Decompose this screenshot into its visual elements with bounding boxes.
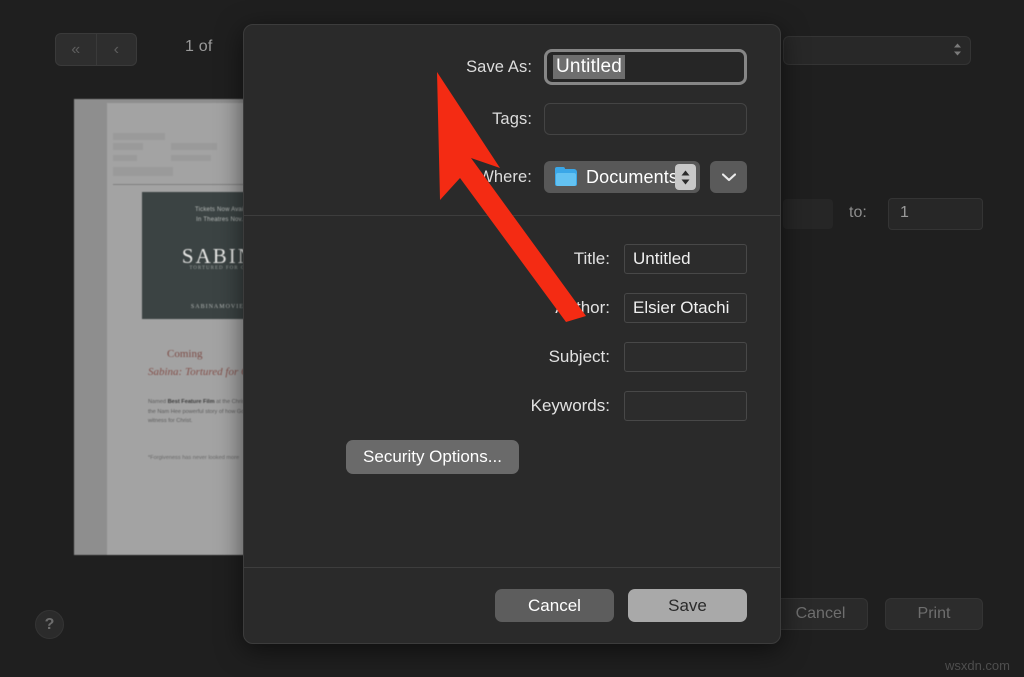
- save-button[interactable]: Save: [628, 589, 747, 622]
- help-button[interactable]: ?: [35, 610, 64, 639]
- poster-tagline: TORTURED FOR CHRIST: [189, 266, 250, 271]
- tags-row: Tags:: [244, 103, 747, 135]
- document-preview[interactable]: Mon Tickets Now Available! In Theatres N…: [74, 99, 250, 555]
- where-label: Where:: [478, 167, 532, 186]
- where-popup-button[interactable]: Documents: [544, 161, 700, 193]
- metadata-row: Subject:: [244, 342, 747, 372]
- save-as-value: Untitled: [553, 55, 626, 79]
- page-range-to-label: to:: [849, 204, 867, 221]
- screen: « ‹ 1 of to: 1 ? Cancel Print Mon: [0, 0, 1024, 677]
- preview-footnote-text: *Forgiveness has never looked more: [148, 455, 240, 461]
- chevron-updown-icon: [675, 164, 696, 190]
- folder-icon: [555, 166, 577, 186]
- preview-text-block: [113, 133, 165, 140]
- title-label: Title:: [573, 249, 610, 268]
- preview-coming-text: Coming: [167, 348, 203, 360]
- chevron-down-icon: [721, 172, 736, 181]
- where-row: Where: Documents: [244, 161, 747, 193]
- save-as-row: Save As: Untitled: [244, 49, 747, 85]
- author-label: Author:: [555, 298, 610, 317]
- page-range-from-field[interactable]: [783, 199, 833, 229]
- preview-text-block: [171, 143, 217, 150]
- expand-browser-button[interactable]: [710, 161, 747, 193]
- watermark-label: wsxdn.com: [944, 658, 1010, 673]
- preview-rule: [113, 184, 250, 185]
- where-value: Documents: [586, 166, 678, 187]
- preview-text-block: [113, 155, 137, 161]
- preview-text-block: [113, 167, 173, 176]
- preview-navigation-group: « ‹: [55, 33, 137, 66]
- printer-popup-button[interactable]: [783, 36, 971, 65]
- author-value: Elsier Otachi: [633, 298, 730, 317]
- preview-page: Mon Tickets Now Available! In Theatres N…: [107, 103, 250, 555]
- page-count-label: 1 of: [185, 38, 213, 55]
- title-value: Untitled: [633, 249, 691, 268]
- metadata-row: Keywords:: [244, 391, 747, 421]
- page-range-to-field[interactable]: 1: [888, 198, 983, 230]
- preview-subtitle-text: Sabina: Tortured for C: [148, 366, 249, 378]
- save-as-label: Save As:: [466, 57, 532, 76]
- keywords-input[interactable]: [624, 391, 747, 421]
- chevron-updown-icon: [953, 42, 962, 59]
- preview-text-block: [113, 143, 143, 150]
- security-options-row: Security Options...: [244, 440, 747, 474]
- subject-label: Subject:: [548, 347, 610, 366]
- poster-tickets-line2: In Theatres Nov. 8-10: [196, 217, 250, 223]
- preview-body-text: Named Best Feature Film at the Christ Sa…: [148, 399, 250, 424]
- first-page-icon[interactable]: «: [56, 34, 96, 65]
- pdf-metadata-section: Title: Untitled Author: Elsier Otachi Su…: [244, 216, 780, 474]
- security-options-button[interactable]: Security Options...: [346, 440, 519, 474]
- author-input[interactable]: Elsier Otachi: [624, 293, 747, 323]
- print-button[interactable]: Print: [885, 598, 983, 630]
- cancel-button[interactable]: Cancel: [495, 589, 614, 622]
- preview-text-block: [171, 155, 211, 161]
- tags-label: Tags:: [492, 109, 532, 128]
- poster-url: SABINAMOVIE.COM: [190, 304, 250, 310]
- page-range-to-value: 1: [900, 204, 909, 221]
- preview-poster: Tickets Now Available! In Theatres Nov. …: [142, 192, 250, 319]
- save-dialog-top-section: Save As: Untitled Tags: Where: Documents: [244, 25, 780, 193]
- print-cancel-button[interactable]: Cancel: [773, 598, 868, 630]
- title-input[interactable]: Untitled: [624, 244, 747, 274]
- tags-input[interactable]: [544, 103, 747, 135]
- save-dialog: Save As: Untitled Tags: Where: Documents: [243, 24, 781, 644]
- subject-input[interactable]: [624, 342, 747, 372]
- save-dialog-footer: Cancel Save: [244, 568, 780, 643]
- previous-page-icon[interactable]: ‹: [95, 34, 137, 65]
- keywords-label: Keywords:: [530, 396, 610, 415]
- metadata-row: Author: Elsier Otachi: [244, 293, 747, 323]
- poster-tickets-line1: Tickets Now Available!: [194, 207, 250, 213]
- metadata-row: Title: Untitled: [244, 244, 747, 274]
- save-as-input[interactable]: Untitled: [544, 49, 747, 85]
